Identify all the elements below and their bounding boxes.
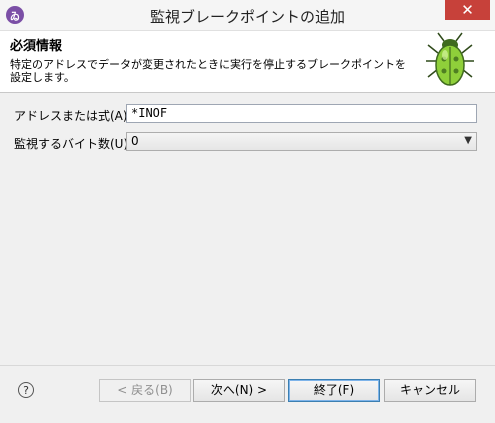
finish-button[interactable]: 終了(F) bbox=[288, 379, 380, 402]
back-button[interactable]: < 戻る(B) bbox=[99, 379, 191, 402]
footer-divider bbox=[0, 365, 495, 366]
window-title: 監視ブレークポイントの追加 bbox=[149, 8, 345, 26]
help-icon[interactable]: ? bbox=[18, 382, 34, 398]
next-button[interactable]: 次へ(N) > bbox=[193, 379, 285, 402]
wizard-header: 必須情報 特定のアドレスでデータが変更されたときに実行を停止するブレークポイント… bbox=[0, 31, 495, 93]
header-description: 特定のアドレスでデータが変更されたときに実行を停止するブレークポイントを設定しま… bbox=[10, 58, 406, 84]
address-input[interactable]: *INOF bbox=[126, 104, 477, 123]
title-bar: ゐ 監視ブレークポイントの追加 ✕ bbox=[0, 0, 495, 31]
chevron-down-icon: ▼ bbox=[464, 135, 472, 146]
bytes-value: 0 bbox=[131, 134, 139, 148]
cancel-button[interactable]: キャンセル bbox=[384, 379, 476, 402]
address-label: アドレスまたは式(A): bbox=[14, 109, 132, 123]
bytes-select[interactable]: 0 ▼ bbox=[126, 132, 477, 151]
bug-icon bbox=[426, 32, 474, 86]
bytes-label: 監視するバイト数(U): bbox=[14, 137, 133, 151]
header-title: 必須情報 bbox=[10, 39, 63, 54]
close-button[interactable]: ✕ bbox=[445, 0, 490, 20]
